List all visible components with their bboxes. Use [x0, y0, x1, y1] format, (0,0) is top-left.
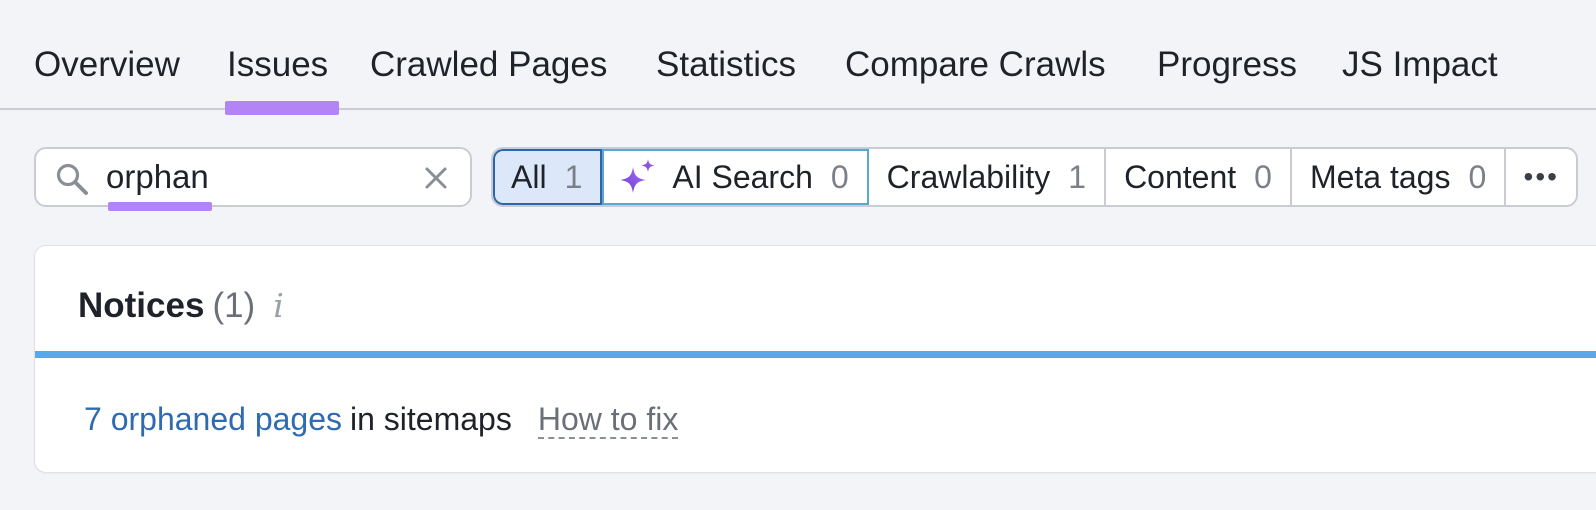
tab-js-impact[interactable]: JS Impact: [1342, 40, 1498, 90]
more-filters-button[interactable]: •••: [1506, 149, 1576, 205]
filter-ai-search[interactable]: AI Search 0: [602, 149, 869, 205]
how-to-fix-link[interactable]: How to fix: [537, 401, 679, 439]
issue-row: 7 orphaned pages in sitemaps How to fix: [84, 396, 679, 442]
orphaned-pages-link[interactable]: 7 orphaned pages: [84, 401, 342, 437]
filter-crawlability[interactable]: Crawlability 1: [869, 149, 1107, 205]
sparkle-icon: [620, 159, 655, 193]
issue-category-filters: All 1 AI Search 0 Crawlability 1 Content…: [491, 147, 1579, 207]
filter-count: 0: [1468, 158, 1487, 195]
notices-card: Notices (1) i 7 orphaned pages in sitemaps H…: [34, 245, 1596, 473]
filter-content[interactable]: Content 0: [1106, 149, 1292, 205]
filter-count: 0: [830, 158, 849, 195]
notices-count: (1): [212, 286, 256, 325]
info-icon[interactable]: i: [273, 281, 284, 331]
issue-description: in sitemaps: [350, 401, 512, 437]
filter-all[interactable]: All 1: [493, 149, 603, 205]
search-icon: [56, 163, 88, 195]
tab-overview[interactable]: Overview: [34, 40, 180, 90]
top-tabs: Overview Issues Crawled Pages Statistics…: [0, 0, 1596, 115]
notices-title: Notices: [78, 286, 205, 325]
filter-label: AI Search: [672, 158, 813, 195]
more-icon: •••: [1523, 161, 1559, 192]
close-icon[interactable]: [420, 162, 452, 194]
filter-meta-tags[interactable]: Meta tags 0: [1292, 149, 1507, 205]
filter-count: 1: [564, 158, 583, 195]
tab-statistics[interactable]: Statistics: [656, 40, 796, 90]
active-tab-indicator: [225, 101, 339, 115]
tab-crawled-pages[interactable]: Crawled Pages: [370, 40, 607, 90]
search-highlight-underline: [108, 202, 212, 211]
filter-count: 0: [1254, 158, 1272, 195]
filter-label: Content: [1124, 158, 1237, 195]
filter-count: 1: [1068, 158, 1087, 195]
tab-progress[interactable]: Progress: [1157, 40, 1297, 90]
filter-label: All: [511, 158, 547, 195]
filter-label: Meta tags: [1309, 158, 1451, 195]
notices-header: Notices (1) i: [78, 281, 284, 331]
tab-compare-crawls[interactable]: Compare Crawls: [845, 40, 1106, 90]
notices-severity-bar: [35, 351, 1596, 358]
tab-issues[interactable]: Issues: [227, 40, 328, 90]
issue-search-box: [34, 147, 472, 211]
search-input[interactable]: [106, 155, 406, 199]
filter-label: Crawlability: [886, 158, 1051, 195]
